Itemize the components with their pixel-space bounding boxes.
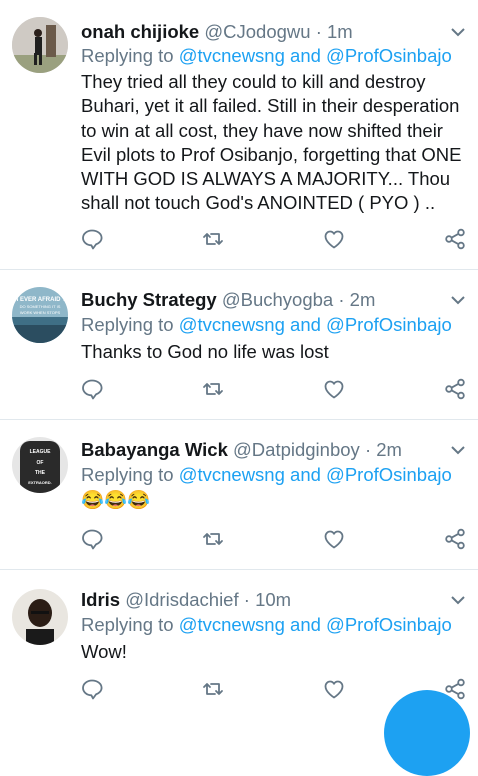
reply-icon[interactable] <box>80 527 104 551</box>
timestamp[interactable]: 10m <box>255 589 291 610</box>
replying-to-users[interactable]: @tvcnewsng and @ProfOsinbajo <box>179 314 452 335</box>
tweet-actions <box>0 227 478 251</box>
tweet-text: Thanks to God no life was lost <box>81 341 329 362</box>
retweet-icon[interactable] <box>201 527 225 551</box>
tweet-actions <box>0 377 478 401</box>
avatar-onah-chijioke[interactable] <box>12 17 68 73</box>
chevron-down-icon[interactable] <box>448 590 468 610</box>
heart-icon[interactable] <box>322 677 346 701</box>
timestamp[interactable]: 2m <box>376 439 402 460</box>
retweet-icon[interactable] <box>201 377 225 401</box>
display-name[interactable]: Idris <box>81 589 120 610</box>
replying-to: Replying to @tvcnewsng and @ProfOsinbajo <box>81 463 452 487</box>
retweet-icon[interactable] <box>201 677 225 701</box>
svg-text:OF: OF <box>37 460 44 466</box>
avatar-text: IF I EVER AFRAID TO <box>12 297 68 303</box>
svg-text:DO SOMETHING IT IS: DO SOMETHING IT IS <box>20 304 61 309</box>
tweet-2[interactable]: IF I EVER AFRAID TO DO SOMETHING IT IS W… <box>0 270 478 420</box>
user-handle[interactable]: @Idrisdachief <box>125 589 238 610</box>
reply-icon[interactable] <box>80 377 104 401</box>
avatar-text: LEAGUE <box>30 449 52 455</box>
chevron-down-icon[interactable] <box>448 440 468 460</box>
separator-dot: · <box>243 589 250 610</box>
user-handle[interactable]: @Datpidginboy <box>233 439 360 460</box>
timestamp[interactable]: 1m <box>327 21 353 42</box>
tweet-actions <box>0 527 478 551</box>
tweet-1[interactable]: onah chijioke @CJodogwu · 1m Replying to… <box>0 0 478 270</box>
separator-dot: · <box>338 289 345 310</box>
retweet-icon[interactable] <box>201 227 225 251</box>
display-name[interactable]: Buchy Strategy <box>81 289 217 310</box>
chevron-down-icon[interactable] <box>448 290 468 310</box>
replying-to-users[interactable]: @tvcnewsng and @ProfOsinbajo <box>179 45 452 66</box>
avatar-babayanga-wick[interactable]: LEAGUE OF THE EXTRAORD. <box>12 437 68 493</box>
tweet-3[interactable]: LEAGUE OF THE EXTRAORD. Babayanga Wick @… <box>0 420 478 570</box>
svg-text:EXTRAORD.: EXTRAORD. <box>28 480 52 485</box>
display-name[interactable]: Babayanga Wick <box>81 439 228 460</box>
avatar-idris[interactable] <box>12 589 68 645</box>
reply-icon[interactable] <box>80 677 104 701</box>
replying-to-prefix: Replying to <box>81 314 174 335</box>
replying-to-prefix: Replying to <box>81 45 174 66</box>
separator-dot: · <box>315 21 322 42</box>
svg-text:THE: THE <box>35 470 46 476</box>
tweet-text: Wow! <box>81 641 127 662</box>
avatar-buchy-strategy[interactable]: IF I EVER AFRAID TO DO SOMETHING IT IS W… <box>12 287 68 343</box>
timestamp[interactable]: 2m <box>350 289 376 310</box>
replying-to-users[interactable]: @tvcnewsng and @ProfOsinbajo <box>179 614 452 635</box>
share-icon[interactable] <box>443 227 467 251</box>
tweet-text: They tried all they could to kill and de… <box>81 71 462 214</box>
heart-icon[interactable] <box>322 527 346 551</box>
replying-to-users[interactable]: @tvcnewsng and @ProfOsinbajo <box>179 464 452 485</box>
compose-fab[interactable] <box>384 690 470 776</box>
user-handle[interactable]: @Buchyogba <box>222 289 333 310</box>
heart-icon[interactable] <box>322 377 346 401</box>
user-handle[interactable]: @CJodogwu <box>204 21 310 42</box>
replying-to: Replying to @tvcnewsng and @ProfOsinbajo <box>81 613 452 637</box>
tweet-text: 😂😂😂 <box>81 489 151 510</box>
replying-to: Replying to @tvcnewsng and @ProfOsinbajo <box>81 313 452 337</box>
display-name[interactable]: onah chijioke <box>81 21 199 42</box>
replying-to-prefix: Replying to <box>81 614 174 635</box>
reply-icon[interactable] <box>80 227 104 251</box>
share-icon[interactable] <box>443 377 467 401</box>
separator-dot: · <box>364 439 372 460</box>
svg-text:WORK WHEN STOPS: WORK WHEN STOPS <box>20 310 61 315</box>
replying-to: Replying to @tvcnewsng and @ProfOsinbajo <box>81 44 452 68</box>
heart-icon[interactable] <box>322 227 346 251</box>
replying-to-prefix: Replying to <box>81 464 174 485</box>
share-icon[interactable] <box>443 527 467 551</box>
chevron-down-icon[interactable] <box>448 22 468 42</box>
